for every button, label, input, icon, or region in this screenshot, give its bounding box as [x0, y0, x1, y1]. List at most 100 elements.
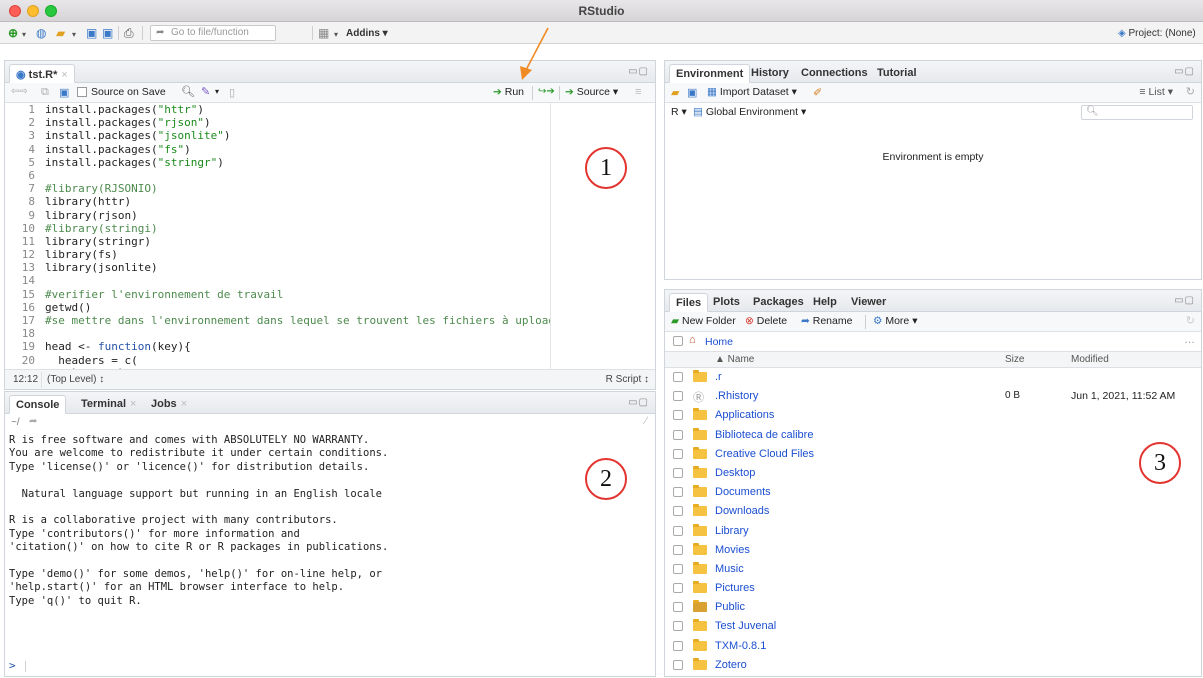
close-tab-icon[interactable]: ×: [130, 398, 136, 410]
file-name-link[interactable]: Zotero: [715, 659, 747, 671]
tab-jobs[interactable]: Jobs ×: [145, 395, 193, 414]
code-line[interactable]: install.packages("rjson"): [45, 116, 550, 129]
show-in-window-icon[interactable]: ⧉: [41, 86, 49, 99]
code-line[interactable]: #verifier l'environnement de travail: [45, 288, 550, 301]
code-line[interactable]: install.packages("jsonlite"): [45, 129, 550, 142]
open-file-icon[interactable]: ▰: [56, 26, 65, 40]
row-checkbox[interactable]: [673, 448, 683, 459]
tab-connections[interactable]: Connections: [795, 64, 874, 83]
table-row[interactable]: Documents: [665, 483, 1201, 502]
row-checkbox[interactable]: [673, 544, 683, 555]
code-line[interactable]: install.packages("httr"): [45, 103, 550, 116]
file-name-link[interactable]: .r: [715, 371, 722, 383]
table-row[interactable]: Zotero: [665, 656, 1201, 675]
code-line[interactable]: library(rjson): [45, 209, 550, 222]
tab-console[interactable]: Console: [9, 395, 67, 414]
code-line[interactable]: library(httr): [45, 195, 550, 208]
pane-window-controls[interactable]: ▭▢: [628, 397, 649, 408]
grid-layout-icon[interactable]: ▦: [318, 26, 329, 40]
code-line[interactable]: library(fs): [45, 248, 550, 261]
pane-window-controls[interactable]: ▭▢: [628, 66, 649, 77]
file-name-link[interactable]: Library: [715, 525, 749, 537]
column-modified[interactable]: Modified: [1071, 354, 1109, 365]
row-checkbox[interactable]: [673, 621, 683, 632]
new-file-icon[interactable]: ⊕: [8, 26, 18, 40]
file-name-link[interactable]: Test Juvenal: [715, 620, 776, 632]
working-directory[interactable]: ~/: [11, 417, 20, 428]
row-checkbox[interactable]: [673, 659, 683, 670]
code-line[interactable]: #se mettre dans l'environnement dans leq…: [45, 314, 550, 327]
new-project-icon[interactable]: ◍: [36, 26, 46, 40]
table-row[interactable]: Pictures: [665, 579, 1201, 598]
clear-console-icon[interactable]: ⁄: [645, 415, 647, 427]
file-name-link[interactable]: Creative Cloud Files: [715, 448, 814, 460]
table-row[interactable]: Creative Cloud Files: [665, 445, 1201, 464]
pane-window-controls[interactable]: ▭▢: [1174, 66, 1195, 77]
refresh-icon[interactable]: ↻: [1186, 314, 1195, 327]
code-line[interactable]: library(jsonlite): [45, 261, 550, 274]
refresh-icon[interactable]: ↻: [1186, 85, 1195, 98]
save-icon[interactable]: ▣: [59, 86, 69, 99]
run-button[interactable]: ➔ Run: [493, 86, 524, 98]
file-name-link[interactable]: TXM-0.8.1: [715, 640, 766, 652]
column-size[interactable]: Size: [1005, 354, 1024, 365]
table-row[interactable]: Biblioteca de calibre: [665, 426, 1201, 445]
tab-viewer[interactable]: Viewer: [845, 293, 892, 312]
language-selector[interactable]: R ▾: [671, 106, 687, 118]
list-view-selector[interactable]: ≡ List ▾: [1139, 86, 1173, 98]
breadcrumb-home[interactable]: Home: [705, 336, 733, 348]
file-name-link[interactable]: Biblioteca de calibre: [715, 429, 813, 441]
broom-icon[interactable]: ✐: [813, 86, 822, 99]
row-checkbox[interactable]: [673, 410, 683, 421]
source-on-save-checkbox[interactable]: [77, 87, 87, 97]
table-row[interactable]: Public: [665, 598, 1201, 617]
delete-button[interactable]: ⊗ Delete: [745, 315, 787, 327]
chevron-down-icon[interactable]: ▾: [22, 28, 26, 42]
table-row[interactable]: Movies: [665, 541, 1201, 560]
code-line[interactable]: install.packages("stringr"): [45, 156, 550, 169]
row-checkbox[interactable]: [673, 640, 683, 651]
table-row[interactable]: Ⓡ .Rhistory 0 B Jun 1, 2021, 11:52 AM: [665, 387, 1201, 406]
import-dataset-button[interactable]: ▦ Import Dataset ▾: [707, 86, 797, 98]
close-tab-icon[interactable]: ×: [61, 69, 67, 81]
table-row[interactable]: TXM-0.8.1: [665, 637, 1201, 656]
file-name-link[interactable]: Desktop: [715, 467, 755, 479]
save-workspace-icon[interactable]: ▣: [687, 86, 697, 99]
table-row[interactable]: Desktop: [665, 464, 1201, 483]
row-checkbox[interactable]: [673, 391, 683, 402]
source-button[interactable]: ➔ Source ▾: [565, 86, 618, 98]
table-row[interactable]: Applications: [665, 406, 1201, 425]
tab-packages[interactable]: Packages: [747, 293, 810, 312]
go-to-directory-icon[interactable]: ➦: [29, 416, 37, 427]
console-input[interactable]: > |: [9, 659, 29, 672]
code-line[interactable]: [45, 169, 550, 182]
file-name-link[interactable]: Movies: [715, 544, 750, 556]
code-line[interactable]: head <- function(key){: [45, 340, 550, 353]
code-line[interactable]: [45, 274, 550, 287]
code-line[interactable]: library(stringr): [45, 235, 550, 248]
row-checkbox[interactable]: [673, 372, 683, 382]
file-name-link[interactable]: .Rhistory: [715, 390, 758, 402]
row-checkbox[interactable]: [673, 602, 683, 613]
row-checkbox[interactable]: [673, 583, 683, 594]
row-checkbox[interactable]: [673, 487, 683, 498]
load-workspace-icon[interactable]: ▰: [671, 86, 679, 99]
code-tools-wand-icon[interactable]: ✎: [201, 85, 210, 98]
pane-window-controls[interactable]: ▭▢: [1174, 295, 1195, 306]
file-name-link[interactable]: Documents: [715, 486, 771, 498]
save-icon[interactable]: ▣: [86, 26, 97, 40]
tab-terminal[interactable]: Terminal ×: [75, 395, 142, 414]
row-checkbox[interactable]: [673, 429, 683, 440]
global-environment-selector[interactable]: ▤ Global Environment ▾: [693, 106, 806, 118]
more-menu[interactable]: ⚙ More ▾: [873, 315, 917, 327]
tab-tst-r[interactable]: ◉ tst.R* ×: [9, 64, 75, 83]
close-tab-icon[interactable]: ×: [181, 398, 187, 410]
code-line[interactable]: install.packages("fs"): [45, 143, 550, 156]
code-line[interactable]: #library(RJSONIO): [45, 182, 550, 195]
file-name-link[interactable]: Downloads: [715, 505, 769, 517]
code-line[interactable]: getwd(): [45, 301, 550, 314]
code-line[interactable]: #library(stringi): [45, 222, 550, 235]
tab-tutorial[interactable]: Tutorial: [871, 64, 923, 83]
file-name-link[interactable]: Applications: [715, 409, 774, 421]
addins-menu[interactable]: Addins ▾: [346, 27, 388, 41]
